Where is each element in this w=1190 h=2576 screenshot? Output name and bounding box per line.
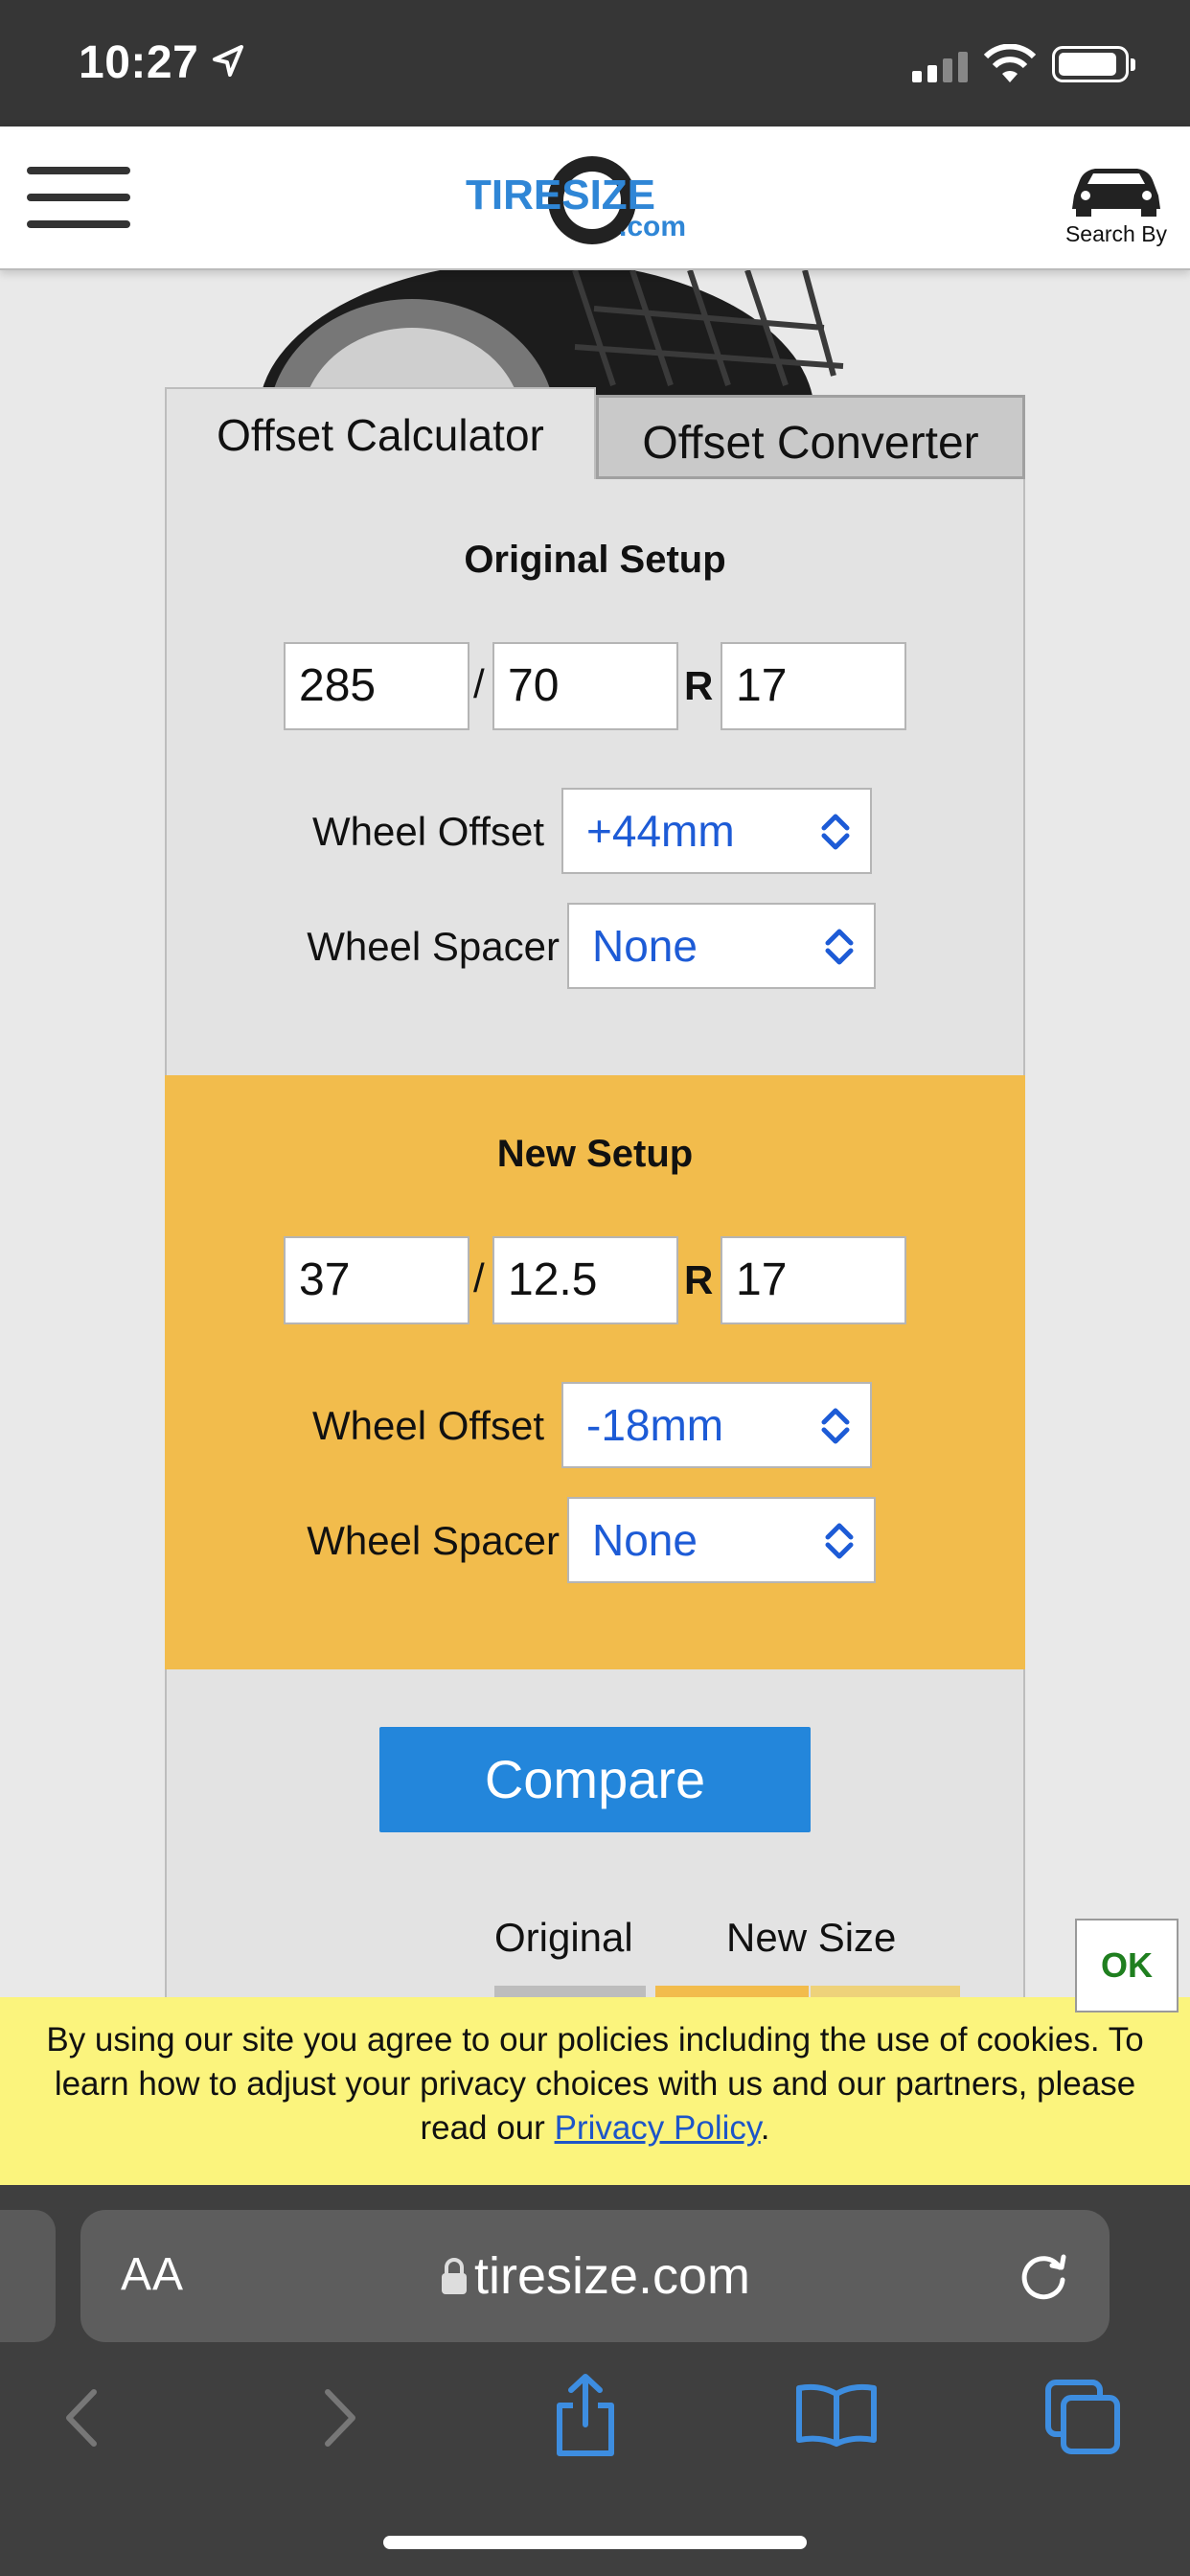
new-offset-label: Wheel Offset <box>312 1403 544 1448</box>
original-spacer-select[interactable]: None <box>567 903 876 989</box>
original-aspect-input[interactable]: 70 <box>492 642 678 730</box>
legend-original: Original <box>494 1915 633 1960</box>
original-width-input[interactable]: 285 <box>284 642 469 730</box>
bookmarks-icon[interactable] <box>793 2380 880 2448</box>
battery-icon <box>1052 46 1135 82</box>
tab-offset-converter[interactable]: Offset Converter <box>596 395 1025 479</box>
slash-separator: / <box>473 661 485 706</box>
cookie-banner: By using our site you agree to our polic… <box>0 1997 1190 2185</box>
privacy-policy-link[interactable]: Privacy Policy <box>555 2109 761 2147</box>
hamburger-menu-icon[interactable] <box>27 167 130 230</box>
status-time: 10:27 <box>79 37 199 88</box>
original-rim-input[interactable]: 17 <box>721 642 906 730</box>
reload-icon[interactable] <box>1016 2248 1071 2304</box>
new-spacer-label: Wheel Spacer <box>307 1518 560 1563</box>
select-chevrons-icon <box>821 1408 850 1444</box>
new-offset-select[interactable]: -18mm <box>561 1382 872 1468</box>
original-offset-select[interactable]: +44mm <box>561 788 872 874</box>
back-icon[interactable] <box>57 2384 105 2451</box>
new-aspect-input[interactable]: 12.5 <box>492 1236 678 1324</box>
select-chevrons-icon <box>825 929 854 965</box>
home-indicator <box>383 2536 807 2549</box>
new-spacer-select[interactable]: None <box>567 1497 876 1583</box>
safari-toolbar: AA tiresize.com <box>0 2185 1190 2576</box>
r-separator: R <box>684 663 714 708</box>
new-width-input[interactable]: 37 <box>284 1236 469 1324</box>
original-spacer-label: Wheel Spacer <box>307 924 560 969</box>
new-offset-value: -18mm <box>586 1400 724 1450</box>
car-icon <box>1072 169 1160 217</box>
search-by-label: Search By <box>1064 221 1168 246</box>
site-header: TIRESIZE .com Search By <box>0 126 1190 270</box>
tab-offset-calculator[interactable]: Offset Calculator <box>165 387 596 479</box>
cellular-signal-icon <box>912 50 968 82</box>
url-display[interactable]: tiresize.com <box>80 2246 1110 2306</box>
legend-new-size: New Size <box>726 1915 897 1960</box>
previous-tab-preview[interactable] <box>0 2210 56 2342</box>
forward-icon[interactable] <box>316 2384 364 2451</box>
tabs-icon[interactable] <box>1044 2379 1121 2455</box>
original-offset-value: +44mm <box>586 806 735 856</box>
new-rim-input[interactable]: 17 <box>721 1236 906 1324</box>
lock-icon <box>441 2258 467 2294</box>
slash-separator: / <box>473 1255 485 1300</box>
new-setup-title: New Setup <box>496 1133 694 1175</box>
cookie-text-end: . <box>760 2109 770 2147</box>
compare-button[interactable]: Compare <box>379 1727 811 1832</box>
cookie-ok-button[interactable]: OK <box>1075 1919 1179 2012</box>
tiresize-logo[interactable]: TIRESIZE .com <box>466 146 724 251</box>
wifi-icon <box>983 44 1037 82</box>
tire-banner-image <box>0 270 1190 395</box>
location-arrow-icon <box>213 45 243 77</box>
original-spacer-value: None <box>592 921 698 971</box>
select-chevrons-icon <box>825 1523 854 1559</box>
share-icon[interactable] <box>552 2371 619 2457</box>
url-text: tiresize.com <box>473 2247 751 2305</box>
svg-text:.com: .com <box>619 211 686 242</box>
status-bar: 10:27 <box>0 0 1190 126</box>
original-offset-label: Wheel Offset <box>312 809 544 854</box>
r-separator: R <box>684 1257 714 1302</box>
original-setup-title: Original Setup <box>464 539 726 581</box>
select-chevrons-icon <box>821 814 850 850</box>
search-by-button[interactable]: Search By <box>1054 157 1179 247</box>
address-bar[interactable]: AA tiresize.com <box>80 2210 1110 2342</box>
new-spacer-value: None <box>592 1515 698 1565</box>
